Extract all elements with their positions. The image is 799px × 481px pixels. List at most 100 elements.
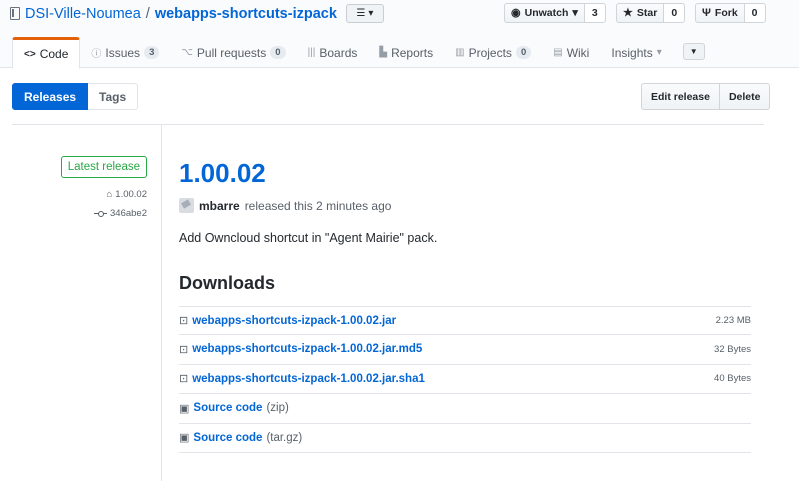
tab-reports-label: Reports [391, 45, 434, 60]
release-title[interactable]: 1.00.02 [179, 158, 266, 189]
edit-release-button[interactable]: Edit release [641, 83, 720, 110]
release-commit-label: 346abe2 [110, 208, 147, 219]
package-icon: ⊡ [179, 315, 189, 327]
avatar[interactable] [179, 198, 194, 213]
pull-request-icon: ⌥ [181, 47, 193, 58]
release-timestamp: released this 2 minutes ago [244, 198, 392, 213]
repo-list-dropdown-button[interactable]: ☰ ▾ [345, 4, 384, 23]
tab-insights[interactable]: Insights ▾ [600, 37, 672, 68]
file-zip-icon: ▣ [179, 432, 190, 445]
tags-tab[interactable]: Tags [88, 83, 139, 110]
star-label: Star [636, 7, 658, 19]
release-description: Add Owncloud shortcut in "Agent Mairie" … [179, 231, 438, 245]
repo-icon [10, 7, 20, 20]
release-tag[interactable]: ⌂ 1.00.02 [107, 189, 147, 200]
asset-name: webapps-shortcuts-izpack-1.00.02.jar.sha… [192, 372, 425, 385]
issue-icon: ⓘ [91, 49, 102, 60]
fork-label: Fork [714, 7, 738, 19]
tab-pull-requests-label: Pull requests [196, 45, 267, 60]
star-group: ★ Star 0 [616, 3, 686, 23]
tab-issues-label: Issues [105, 45, 141, 60]
tab-wiki-label: Wiki [566, 45, 590, 60]
source-row: ▣ Source code (tar.gz) [179, 424, 751, 453]
asset-name: webapps-shortcuts-izpack-1.00.02.jar.md5 [192, 343, 423, 356]
issues-counter: 3 [144, 46, 160, 59]
star-icon: ★ [623, 6, 633, 19]
tab-insights-label: Insights [611, 45, 653, 60]
download-row: ⊡ webapps-shortcuts-izpack-1.00.02.jar 2… [179, 307, 751, 335]
latest-release-badge: Latest release [60, 156, 147, 178]
repo-owner-link[interactable]: DSI-Ville-Noumea [25, 6, 141, 22]
release-subnav: Releases Tags [12, 83, 139, 110]
delete-release-button[interactable]: Delete [719, 83, 771, 110]
tab-projects[interactable]: ▥ Projects 0 [444, 37, 542, 68]
release-author-line: mbarre released this 2 minutes ago [179, 198, 391, 213]
tab-wiki[interactable]: ▤ Wiki [542, 37, 600, 68]
package-icon: ⊡ [179, 343, 189, 356]
tab-reports[interactable]: ▙ Reports [368, 37, 444, 68]
source-format: (zip) [266, 402, 289, 415]
tag-icon: ⌂ [106, 189, 113, 200]
download-link[interactable]: ⊡ webapps-shortcuts-izpack-1.00.02.jar.s… [179, 372, 425, 386]
tab-projects-label: Projects [468, 45, 512, 60]
tab-issues[interactable]: ⓘ Issues 3 [80, 37, 170, 68]
source-code-link[interactable]: ▣ Source code (tar.gz) [179, 431, 303, 445]
star-count[interactable]: 0 [664, 3, 686, 23]
tab-boards-label: Boards [319, 45, 358, 60]
download-link[interactable]: ⊡ webapps-shortcuts-izpack-1.00.02.jar [179, 314, 397, 328]
repo-separator: / [145, 5, 150, 22]
tab-boards[interactable]: ||| Boards [297, 37, 369, 68]
release-tag-label: 1.00.02 [115, 189, 147, 200]
download-link[interactable]: ⊡ webapps-shortcuts-izpack-1.00.02.jar.m… [179, 343, 422, 356]
caret-down-icon: ▾ [368, 8, 374, 19]
repo-header: DSI-Ville-Noumea / webapps-shortcuts-izp… [0, 0, 799, 69]
asset-name: webapps-shortcuts-izpack-1.00.02.jar [192, 314, 397, 327]
caret-down-icon: ▾ [572, 6, 578, 19]
pull-requests-counter: 0 [270, 46, 286, 59]
fork-group: Ψ Fork 0 [695, 3, 766, 23]
book-icon: ▤ [553, 47, 563, 58]
chevron-down-icon: ▼ [689, 47, 698, 56]
repo-title: DSI-Ville-Noumea / webapps-shortcuts-izp… [10, 4, 384, 23]
caret-down-icon: ▾ [656, 47, 662, 58]
download-row: ⊡ webapps-shortcuts-izpack-1.00.02.jar.m… [179, 335, 751, 365]
asset-size: 32 Bytes [714, 343, 751, 355]
watch-count[interactable]: 3 [584, 3, 606, 23]
downloads-heading: Downloads [179, 273, 276, 293]
commit-icon [94, 210, 108, 218]
release-actions: Edit release Delete [641, 83, 771, 110]
eye-icon: ◉ [511, 6, 521, 19]
asset-size: 40 Bytes [714, 373, 751, 385]
release-meta: Latest release ⌂ 1.00.02 346abe2 [0, 125, 162, 481]
fork-button[interactable]: Ψ Fork [695, 3, 745, 23]
watch-group: ◉ Unwatch ▾ 3 [504, 3, 606, 23]
author-link[interactable]: mbarre [199, 199, 240, 213]
more-tabs-button[interactable]: ▼ [682, 43, 705, 60]
boards-icon: ||| [307, 47, 316, 58]
tab-code[interactable]: <> Code [12, 37, 81, 69]
unwatch-button[interactable]: ◉ Unwatch ▾ [504, 3, 585, 23]
source-format: (tar.gz) [266, 431, 303, 444]
fork-icon: Ψ [702, 6, 711, 19]
project-icon: ▥ [455, 47, 465, 58]
fork-count[interactable]: 0 [744, 3, 766, 23]
tab-pull-requests[interactable]: ⌥ Pull requests 0 [170, 37, 296, 68]
list-icon: ☰ [356, 8, 366, 19]
file-zip-icon: ▣ [179, 402, 190, 415]
package-icon: ⊡ [179, 373, 189, 386]
release-commit[interactable]: 346abe2 [94, 208, 147, 219]
repo-nav: <> Code ⓘ Issues 3 ⌥ Pull requests 0 |||… [12, 37, 705, 69]
download-row: ⊡ webapps-shortcuts-izpack-1.00.02.jar.s… [179, 365, 751, 394]
source-code-link[interactable]: ▣ Source code (zip) [179, 402, 289, 415]
projects-counter: 0 [515, 46, 532, 59]
asset-size: 2.23 MB [715, 315, 751, 326]
star-button[interactable]: ★ Star [616, 3, 665, 23]
source-label: Source code [193, 402, 263, 415]
unwatch-label: Unwatch [524, 7, 569, 19]
source-label: Source code [193, 431, 263, 444]
source-row: ▣ Source code (zip) [179, 394, 751, 424]
releases-tab[interactable]: Releases [12, 83, 89, 110]
repo-name-link[interactable]: webapps-shortcuts-izpack [155, 6, 337, 22]
graph-icon: ▙ [379, 47, 388, 58]
tab-code-label: Code [39, 47, 69, 61]
